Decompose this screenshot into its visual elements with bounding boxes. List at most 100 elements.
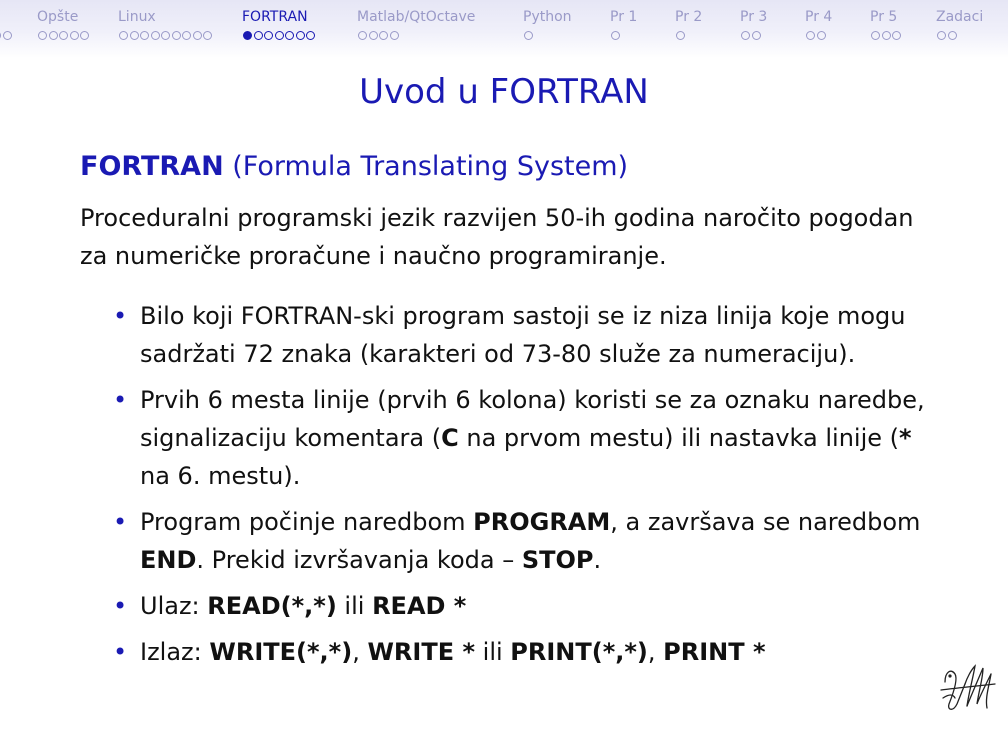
bullet-text: Izlaz: WRITE(*,*), WRITE * ili PRINT(*,*…: [140, 638, 766, 666]
bullet-keyword: PROGRAM: [473, 508, 611, 536]
nav-dot-icon[interactable]: [358, 31, 367, 40]
nav-dots-group[interactable]: [741, 31, 762, 41]
nav-dot-icon[interactable]: [306, 31, 315, 40]
nav-dot-icon[interactable]: [751, 31, 761, 40]
nav-section-python[interactable]: Python: [523, 9, 572, 25]
nav-dot-icon[interactable]: [816, 31, 826, 40]
nav-dot-icon[interactable]: [264, 31, 273, 40]
nav-dot-icon[interactable]: [881, 31, 891, 40]
nav-dots-group[interactable]: [119, 31, 214, 41]
section-navigation-bar: Opšte Linux FORTRAN Matlab/QtOctave Pyth…: [0, 0, 1008, 58]
nav-dot-icon[interactable]: [48, 31, 58, 40]
nav-dots-group[interactable]: [243, 31, 317, 41]
nav-dots-group[interactable]: [524, 31, 535, 41]
nav-dot-icon[interactable]: [59, 31, 68, 40]
nav-dot-icon[interactable]: [192, 31, 202, 40]
bullet-keyword: *: [899, 424, 912, 452]
nav-section-pr3[interactable]: Pr 3: [740, 9, 767, 25]
nav-dots-group[interactable]: [937, 31, 958, 41]
section-heading: FORTRAN (Formula Translating System): [80, 151, 628, 182]
nav-dot-icon[interactable]: [379, 31, 388, 40]
nav-dots-group[interactable]: [38, 31, 91, 41]
bullet-keyword: WRITE(*,*): [209, 638, 353, 666]
nav-dots-group[interactable]: [358, 31, 400, 41]
nav-dot-icon[interactable]: [69, 31, 79, 40]
nav-dots-group[interactable]: [0, 31, 13, 41]
heading-expansion: (Formula Translating System): [223, 151, 629, 182]
nav-dot-icon[interactable]: [274, 31, 284, 40]
bullet-text-segment: ,: [647, 638, 664, 666]
nav-dot-icon[interactable]: [892, 31, 901, 40]
nav-dots-group[interactable]: [871, 31, 903, 41]
nav-dot-icon[interactable]: [38, 31, 47, 40]
nav-dot-icon[interactable]: [243, 31, 252, 40]
nav-dots-group[interactable]: [676, 31, 687, 41]
slide-title: Uvod u FORTRAN: [359, 72, 649, 112]
nav-dot-icon[interactable]: [182, 31, 191, 40]
nav-dot-icon[interactable]: [806, 31, 815, 40]
nav-dots-group[interactable]: [611, 31, 622, 41]
nav-section-pr1[interactable]: Pr 1: [610, 9, 637, 25]
nav-dot-icon[interactable]: [871, 31, 880, 40]
bullet-text-segment: ili: [475, 638, 511, 666]
bullet-item: • Ulaz: READ(*,*) ili READ *: [112, 587, 932, 625]
nav-dot-icon[interactable]: [937, 31, 946, 40]
nav-section-pr4[interactable]: Pr 4: [805, 9, 832, 25]
bullet-keyword: READ *: [372, 592, 467, 620]
nav-section-linux[interactable]: Linux: [118, 9, 156, 25]
nav-dots-group[interactable]: [806, 31, 827, 41]
nav-dot-icon[interactable]: [203, 31, 212, 40]
bullet-keyword: C: [441, 424, 459, 452]
nav-section-fortran[interactable]: FORTRAN: [242, 9, 308, 25]
bullet-item: • Bilo koji FORTRAN-ski program sastoji s…: [112, 297, 932, 373]
nav-section-pr2[interactable]: Pr 2: [675, 9, 702, 25]
nav-dot-icon[interactable]: [524, 31, 533, 40]
bullet-text-segment: . Prekid izvršavanja koda –: [196, 546, 522, 574]
bullet-keyword: PRINT *: [663, 638, 766, 666]
bullet-text: Program počinje naredbom PROGRAM, a zavr…: [140, 508, 920, 574]
bullet-text: Bilo koji FORTRAN-ski program sastoji se…: [140, 302, 906, 368]
bullet-text-segment: Ulaz:: [140, 592, 208, 620]
nav-dot-icon[interactable]: [389, 31, 399, 40]
nav-dot-icon[interactable]: [80, 31, 89, 40]
nav-dot-icon[interactable]: [161, 31, 170, 40]
bullet-list: • Bilo koji FORTRAN-ski program sastoji s…: [112, 297, 932, 679]
nav-dot-icon[interactable]: [741, 31, 750, 40]
bullet-item: • Izlaz: WRITE(*,*), WRITE * ili PRINT(*,…: [112, 633, 932, 671]
bullet-keyword: END: [140, 546, 197, 574]
nav-dot-icon[interactable]: [368, 31, 378, 40]
nav-dot-icon[interactable]: [0, 31, 1, 40]
bullet-text-segment: , a završava se naredbom: [610, 508, 921, 536]
nav-dot-icon[interactable]: [285, 31, 294, 40]
university-logo-icon: [940, 664, 996, 710]
nav-section-opste[interactable]: Opšte: [37, 9, 78, 25]
nav-section-pr5[interactable]: Pr 5: [870, 9, 897, 25]
bullet-keyword: WRITE *: [367, 638, 476, 666]
nav-dot-icon[interactable]: [2, 31, 12, 40]
bullet-text-segment: na 6. mestu).: [140, 462, 301, 490]
bullet-keyword: STOP: [521, 546, 594, 574]
nav-dot-icon[interactable]: [171, 31, 181, 40]
bullet-marker-icon: •: [113, 302, 128, 330]
nav-dot-icon[interactable]: [295, 31, 305, 40]
nav-dot-icon[interactable]: [253, 31, 263, 40]
bullet-text-segment: Izlaz:: [140, 638, 210, 666]
bullet-item: • Prvih 6 mesta linije (prvih 6 kolona) k…: [112, 381, 932, 495]
bullet-marker-icon: •: [113, 592, 128, 620]
bullet-text-segment: ili: [336, 592, 373, 620]
bullet-text-segment: .: [593, 546, 602, 574]
nav-dot-icon[interactable]: [947, 31, 957, 40]
bullet-text-segment: ,: [352, 638, 368, 666]
bullet-text-segment: Program počinje naredbom: [140, 508, 474, 536]
bullet-marker-icon: •: [113, 638, 128, 666]
nav-dot-icon[interactable]: [676, 31, 685, 40]
nav-dot-icon[interactable]: [140, 31, 149, 40]
nav-dot-icon[interactable]: [611, 31, 620, 40]
nav-section-zadaci[interactable]: Zadaci: [936, 9, 983, 25]
bullet-text-segment: na prvom mestu) ili nastavka linije (: [458, 424, 899, 452]
nav-dot-icon[interactable]: [119, 31, 128, 40]
nav-dot-icon[interactable]: [129, 31, 139, 40]
heading-bold-term: FORTRAN: [80, 151, 224, 182]
nav-section-matlab[interactable]: Matlab/QtOctave: [357, 9, 475, 25]
nav-dot-icon[interactable]: [150, 31, 160, 40]
